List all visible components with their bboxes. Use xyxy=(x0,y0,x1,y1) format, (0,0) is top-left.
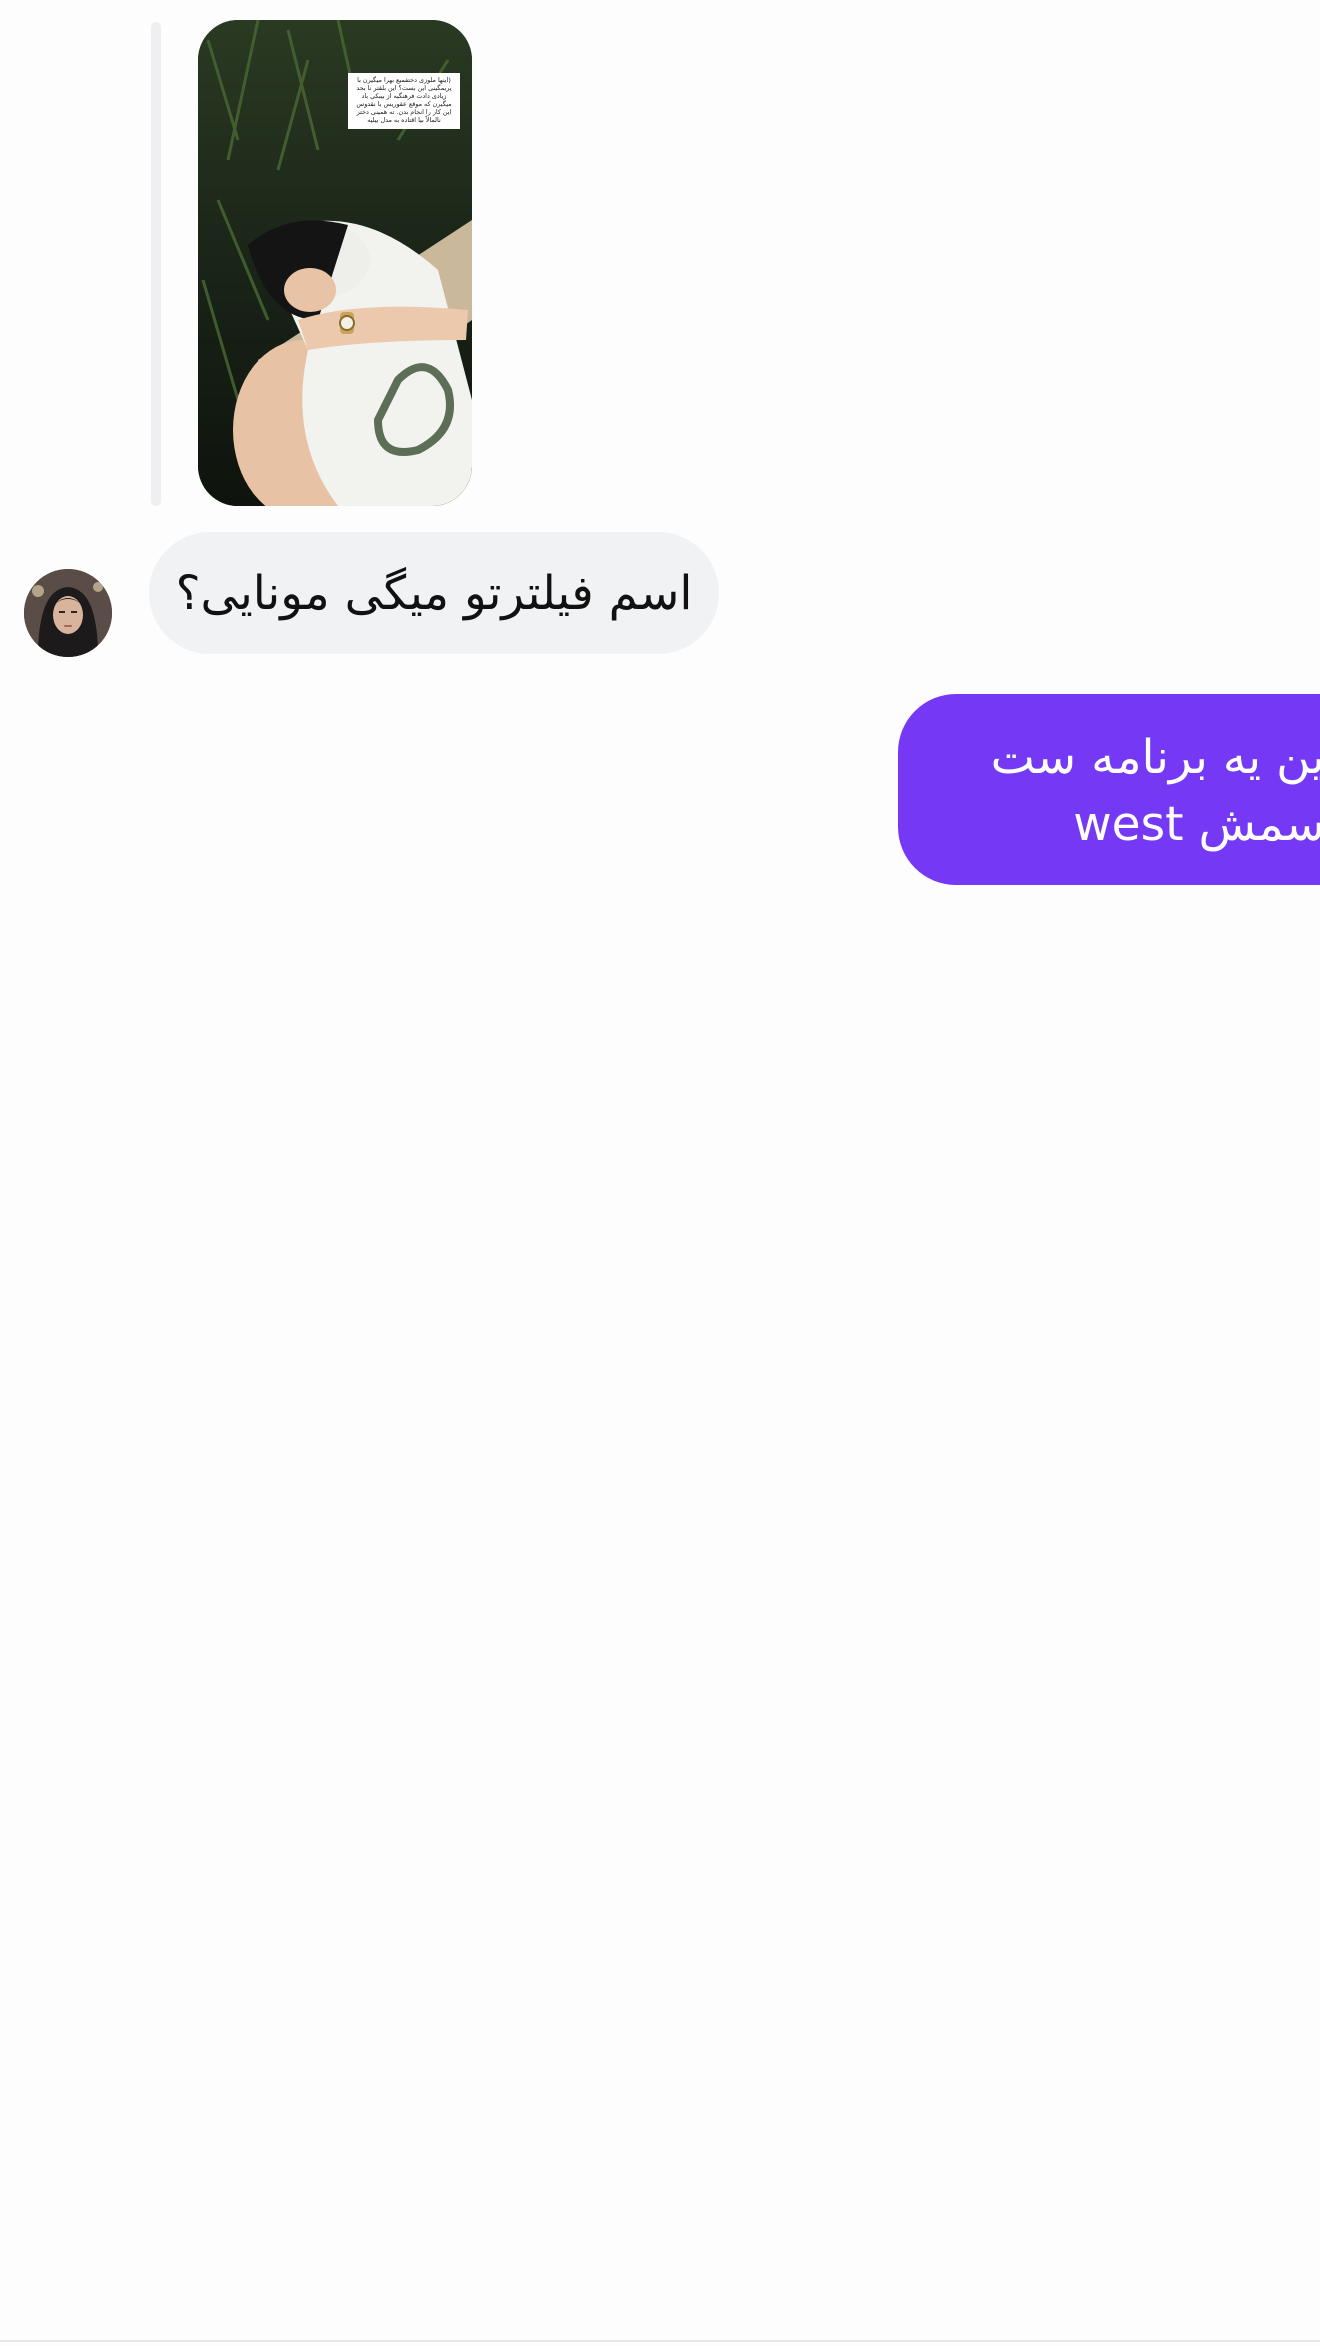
outgoing-message-word-en: west xyxy=(1073,797,1184,852)
bottom-divider xyxy=(0,2340,1320,2342)
outgoing-message-line1: این یه برنامه ست xyxy=(990,730,1320,785)
message-thread: (اینها ملوزی دختفمیع بهرا میگیرن با پریم… xyxy=(0,0,1320,2346)
sender-avatar[interactable] xyxy=(24,569,112,657)
story-caption-text: (اینها ملوزی دختفمیع بهرا میگیرن با پریم… xyxy=(348,73,460,129)
shared-story-thumbnail[interactable]: (اینها ملوزی دختفمیع بهرا میگیرن با پریم… xyxy=(198,20,472,506)
reply-quote-bar xyxy=(151,22,161,506)
outgoing-message-bubble[interactable]: این یه برنامه ست اسمش west xyxy=(898,694,1320,885)
avatar-image xyxy=(24,569,112,657)
incoming-message-text: اسم فیلترتو میگی مونایی؟ xyxy=(175,565,693,621)
incoming-message-bubble[interactable]: اسم فیلترتو میگی مونایی؟ xyxy=(149,532,719,654)
outgoing-message-line2: اسمش west xyxy=(990,791,1320,858)
outgoing-message-word-fa: اسمش xyxy=(1198,797,1320,852)
